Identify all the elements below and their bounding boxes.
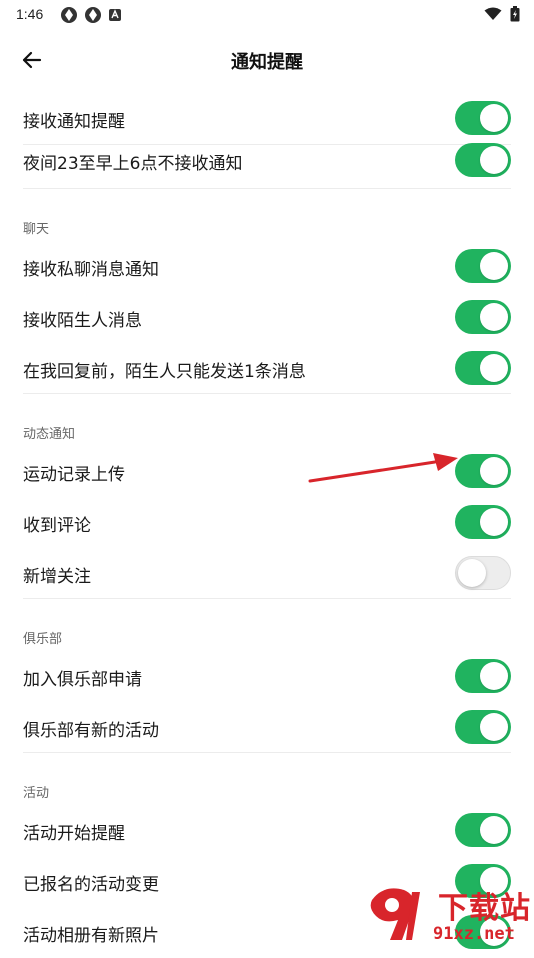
receive-notifications-toggle[interactable] bbox=[455, 101, 511, 135]
section-title: 动态通知 bbox=[23, 427, 76, 442]
toggle-knob bbox=[480, 252, 508, 280]
watermark-url: 91xz.net bbox=[433, 924, 515, 944]
club-join-request-toggle[interactable] bbox=[455, 659, 511, 693]
workout-upload-toggle[interactable] bbox=[455, 454, 511, 488]
app-notification-icon bbox=[85, 7, 101, 23]
settings-list: 接收通知提醒 夜间23至早上6点不接收通知 聊天 接收私聊消息通知 接收陌生人消… bbox=[0, 93, 534, 958]
setting-label: 接收私聊消息通知 bbox=[23, 260, 159, 280]
setting-label: 新增关注 bbox=[23, 567, 91, 587]
setting-row-receive-notifications[interactable]: 接收通知提醒 bbox=[0, 93, 534, 144]
night-mute-toggle[interactable] bbox=[455, 143, 511, 177]
setting-row-club-new-event[interactable]: 俱乐部有新的活动 bbox=[0, 702, 534, 753]
toggle-knob bbox=[480, 508, 508, 536]
setting-label: 活动开始提醒 bbox=[23, 824, 125, 844]
setting-label: 在我回复前，陌生人只能发送1条消息 bbox=[23, 362, 306, 382]
section-title: 俱乐部 bbox=[23, 632, 63, 647]
setting-row-comments[interactable]: 收到评论 bbox=[0, 497, 534, 548]
event-start-reminder-toggle[interactable] bbox=[455, 813, 511, 847]
status-bar: 1:46 bbox=[0, 0, 534, 30]
setting-label: 俱乐部有新的活动 bbox=[23, 721, 159, 741]
section-title: 活动 bbox=[23, 786, 50, 801]
toggle-knob bbox=[480, 303, 508, 331]
section-header-events: 活动 bbox=[0, 780, 534, 805]
setting-row-private-messages[interactable]: 接收私聊消息通知 bbox=[0, 241, 534, 292]
setting-row-stranger-messages[interactable]: 接收陌生人消息 bbox=[0, 292, 534, 343]
section-header-club: 俱乐部 bbox=[0, 626, 534, 651]
notification-icons bbox=[60, 6, 122, 24]
setting-row-new-followers[interactable]: 新增关注 bbox=[0, 548, 534, 599]
setting-label: 接收陌生人消息 bbox=[23, 311, 142, 331]
setting-label: 收到评论 bbox=[23, 516, 91, 536]
setting-row-workout-upload[interactable]: 运动记录上传 bbox=[0, 446, 534, 497]
setting-label: 活动相册有新照片 bbox=[23, 926, 159, 946]
setting-label: 夜间23至早上6点不接收通知 bbox=[23, 154, 243, 174]
toggle-knob bbox=[480, 662, 508, 690]
new-followers-toggle[interactable] bbox=[455, 556, 511, 590]
toggle-knob bbox=[480, 354, 508, 382]
toggle-knob bbox=[480, 816, 508, 844]
private-messages-toggle[interactable] bbox=[455, 249, 511, 283]
toggle-knob bbox=[480, 146, 508, 174]
comments-toggle[interactable] bbox=[455, 505, 511, 539]
toggle-knob bbox=[458, 559, 486, 587]
toggle-knob bbox=[480, 104, 508, 132]
app-bar: 通知提醒 bbox=[0, 36, 534, 82]
watermark-title: 下载站 bbox=[438, 891, 531, 926]
section-title: 聊天 bbox=[23, 222, 50, 237]
setting-row-event-start-reminder[interactable]: 活动开始提醒 bbox=[0, 805, 534, 856]
divider bbox=[23, 188, 511, 189]
status-time: 1:46 bbox=[16, 6, 44, 22]
divider bbox=[23, 393, 511, 394]
setting-label: 运动记录上传 bbox=[23, 465, 125, 485]
divider bbox=[23, 752, 511, 753]
system-icons bbox=[484, 6, 520, 22]
battery-icon bbox=[510, 6, 520, 22]
app-notification-icon bbox=[61, 7, 77, 23]
setting-row-stranger-limit[interactable]: 在我回复前，陌生人只能发送1条消息 bbox=[0, 343, 534, 394]
divider bbox=[23, 598, 511, 599]
setting-row-club-join-request[interactable]: 加入俱乐部申请 bbox=[0, 651, 534, 702]
setting-label: 已报名的活动变更 bbox=[23, 875, 159, 895]
wifi-icon bbox=[484, 7, 502, 20]
toggle-knob bbox=[480, 457, 508, 485]
section-header-activity-feed: 动态通知 bbox=[0, 421, 534, 446]
app-notification-icon bbox=[109, 9, 121, 21]
section-header-chat: 聊天 bbox=[0, 216, 534, 241]
divider bbox=[23, 144, 511, 145]
stranger-limit-toggle[interactable] bbox=[455, 351, 511, 385]
stranger-messages-toggle[interactable] bbox=[455, 300, 511, 334]
setting-row-night-mute[interactable]: 夜间23至早上6点不接收通知 bbox=[0, 143, 534, 189]
setting-label: 接收通知提醒 bbox=[23, 112, 125, 132]
toggle-knob bbox=[480, 713, 508, 741]
club-new-event-toggle[interactable] bbox=[455, 710, 511, 744]
setting-label: 加入俱乐部申请 bbox=[23, 670, 142, 690]
page-title: 通知提醒 bbox=[231, 52, 303, 73]
